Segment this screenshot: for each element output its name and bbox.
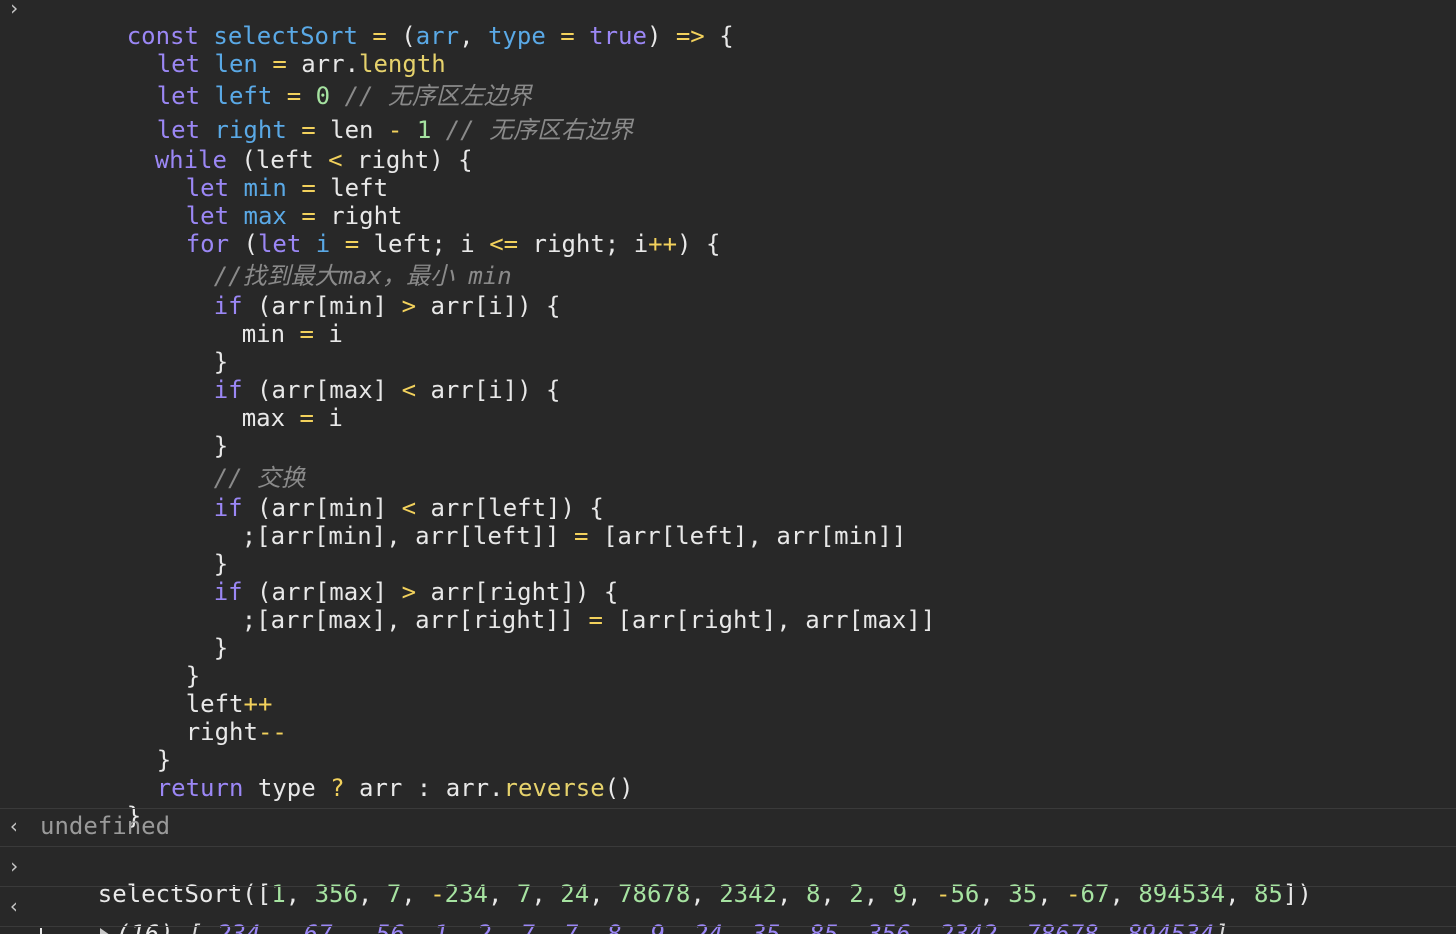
call-expression: selectSort([1, 356, 7, -234, 7, 24, 7867…: [97, 880, 1312, 908]
code-line: let right = len - 1 // 无序区右边界: [156, 116, 634, 144]
array-value: -234: [202, 920, 261, 934]
array-value: 7: [520, 920, 535, 934]
row-divider: [0, 846, 1456, 847]
undefined-result: undefined: [40, 812, 171, 840]
expand-triangle-icon[interactable]: [99, 928, 110, 934]
code-line: }: [213, 432, 229, 460]
array-value: 7: [563, 920, 579, 934]
code-line: }: [213, 348, 229, 376]
code-line: return type ? arr : arr.reverse(): [156, 774, 634, 802]
array-result[interactable]: (16) [-234, -67, -56, 1, 2, 7, 7, 8, 9, …: [42, 892, 1229, 934]
code-line: if (arr[max] > arr[right]) {: [213, 578, 619, 606]
row-divider: [0, 808, 1456, 809]
devtools-console: › const selectSort = (arr, type = true) …: [0, 0, 1456, 934]
code-line: right--: [185, 718, 287, 746]
array-value: 78678: [1026, 920, 1099, 934]
output-prompt-icon: ‹: [8, 894, 21, 918]
array-value: 8: [607, 920, 622, 934]
array-value: 2342: [939, 920, 998, 934]
array-value: 356: [867, 920, 911, 934]
text-cursor[interactable]: [40, 928, 42, 934]
code-line: if (arr[max] < arr[i]) {: [213, 376, 561, 404]
code-line: // 交换: [213, 464, 306, 492]
output-prompt-icon: ‹: [8, 814, 21, 838]
array-value: -67: [289, 920, 333, 934]
code-line: for (let i = left; i <= right; i++) {: [185, 230, 721, 258]
code-line: let len = arr.length: [156, 50, 446, 78]
call-arg: 85: [1253, 880, 1283, 908]
code-line: let left = 0 // 无序区左边界: [156, 82, 532, 110]
row-divider: [0, 886, 1456, 887]
code-line: if (arr[min] > arr[i]) {: [213, 292, 561, 320]
array-value: 85: [809, 920, 839, 934]
code-line: let max = right: [185, 202, 403, 230]
code-line: }: [213, 634, 229, 662]
code-line: ;[arr[min], arr[left]] = [arr[left], arr…: [241, 522, 907, 550]
code-line: }: [213, 550, 229, 578]
array-value: -56: [361, 920, 405, 934]
code-line: let min = left: [185, 174, 389, 202]
row-divider: [0, 926, 1456, 927]
input-prompt-icon: ›: [8, 854, 21, 878]
input-prompt-icon: ›: [8, 0, 21, 20]
code-line: while (left < right) {: [154, 146, 473, 174]
code-line: min = i: [241, 320, 343, 348]
array-value: 24: [693, 920, 723, 934]
code-line: if (arr[min] < arr[left]) {: [213, 494, 604, 522]
array-value: 2: [477, 920, 492, 934]
code-line: left++: [185, 690, 273, 718]
code-line: const selectSort = (arr, type = true) =>…: [126, 22, 734, 50]
array-value: 9: [650, 920, 665, 934]
code-line: ;[arr[max], arr[right]] = [arr[right], a…: [241, 606, 936, 634]
array-value: 1: [433, 920, 449, 934]
array-value: 894534: [1127, 920, 1215, 934]
code-line: }: [185, 662, 201, 690]
code-line: max = i: [241, 404, 343, 432]
array-value: 35: [751, 920, 781, 934]
code-line: //找到最大max，最小 min: [213, 262, 512, 290]
code-line: }: [126, 802, 142, 830]
code-line: }: [156, 746, 172, 774]
